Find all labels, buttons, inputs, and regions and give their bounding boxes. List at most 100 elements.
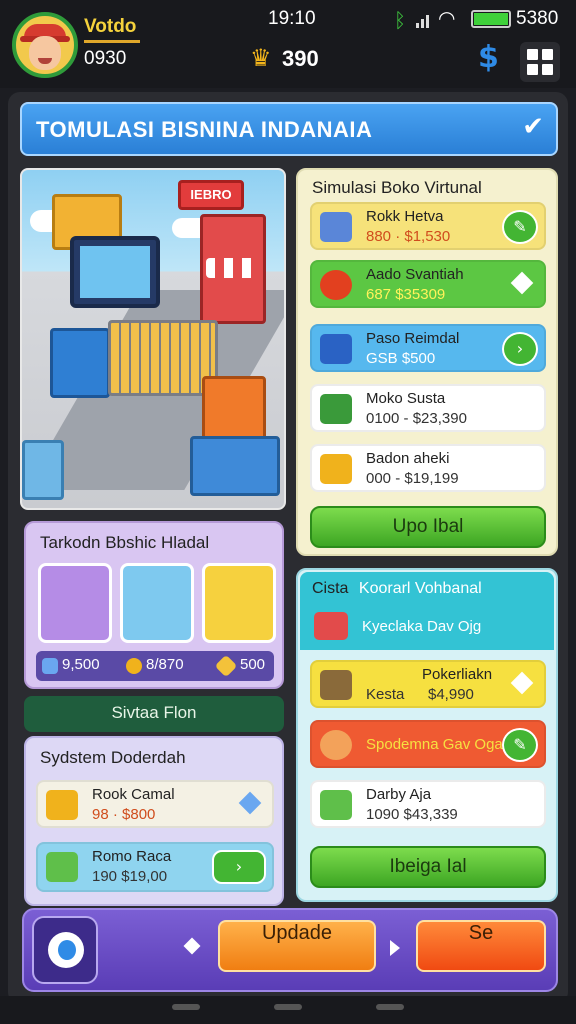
bluetooth-icon: ᛒ (394, 8, 406, 32)
next-button[interactable]: › (212, 850, 266, 884)
gift-icon (320, 394, 352, 424)
store-sign: IEBRO (178, 180, 244, 210)
item-price: $4,990 (428, 686, 474, 703)
delivery-box-icon (46, 790, 78, 820)
player-avatar[interactable] (12, 12, 78, 78)
list-item[interactable]: Paso Reimdal GSB $500 › (310, 324, 546, 372)
diamond-icon[interactable] (510, 271, 534, 295)
status-time: 19:10 (268, 8, 316, 29)
crown-icon: ♛ (250, 44, 272, 72)
top-bar: Votdo 0930 19:10 ♛ 390 ᛒ ◠ 5380 $ (0, 0, 576, 88)
player-name: Votdo (84, 16, 137, 37)
item-price: 190 $19,00 (92, 868, 168, 885)
list-item[interactable]: Moko Susta 0100 - $23,390 (310, 384, 546, 432)
item-name: Paso Reimdal (366, 330, 460, 347)
computer-monitor (70, 236, 160, 308)
player-name-underline (84, 40, 140, 43)
list-item[interactable]: Romo Raca 190 $19,00 › (36, 842, 274, 892)
nav-back-icon[interactable] (172, 1004, 200, 1010)
catalog-title-sub: Koorarl Vohbanal (358, 580, 482, 597)
item-price: 98 · $800 (92, 806, 156, 823)
store-illustration: IEBRO (20, 168, 286, 510)
computer-icon[interactable] (120, 563, 194, 643)
stat-value: 500 (240, 656, 266, 673)
catalog-button[interactable]: Ibeiga Ial (310, 846, 546, 888)
item-price: 000 - $19,199 (366, 470, 459, 487)
list-item[interactable]: Pokerliakn Kesta $4,990 (310, 660, 546, 708)
item-name: Spodemna Gav Oga (366, 736, 503, 753)
system-card: Sydstem Doderdah Rook Camal 98 · $800 Ro… (24, 736, 284, 906)
item-name: Aado Svantiah (366, 266, 464, 283)
diamond-icon[interactable] (510, 671, 534, 695)
kiosk-block (190, 436, 280, 496)
coin-icon (42, 658, 58, 674)
nav-recents-icon[interactable] (376, 1004, 404, 1010)
shop-stall-icon[interactable] (38, 563, 112, 643)
nav-home-icon[interactable] (274, 1004, 302, 1010)
rifle-icon (320, 670, 352, 700)
currency-icon[interactable]: $ (478, 40, 499, 75)
item-price: 687 $35309 (366, 286, 446, 303)
book-icon (320, 212, 352, 242)
star-icon (214, 654, 238, 678)
diamond-icon[interactable] (238, 791, 262, 815)
trending-stats: 9,500 8/870 500 (36, 651, 274, 681)
house-block (22, 440, 64, 500)
item-name: Pokerliakn (422, 666, 493, 683)
app-logo-icon[interactable] (32, 916, 98, 984)
item-name: Rokk Hetva (366, 208, 444, 225)
apple-icon (320, 270, 352, 300)
battery-icon (471, 10, 511, 28)
item-name: Romo Raca (92, 848, 172, 865)
item-price: GSB $500 (366, 350, 436, 367)
item-name: Moko Susta (366, 390, 446, 407)
system-label[interactable]: Sivtaa Flon (24, 696, 284, 732)
bag-icon (320, 334, 352, 364)
item-price: 1090 $43,339 (366, 806, 458, 823)
cash-register-icon (314, 612, 348, 640)
system-nav-bar (0, 996, 576, 1024)
item-name: Darby Aja (366, 786, 432, 803)
crate-icon (46, 852, 78, 882)
shop-awning (206, 258, 260, 278)
gear-icon (126, 658, 142, 674)
player-coins: 0930 (84, 48, 127, 69)
update-button[interactable]: Updade (218, 920, 376, 972)
list-item[interactable]: Rokk Hetva 880 · $1,530 ✎ (310, 202, 546, 250)
list-item[interactable]: Spodemna Gav Oga ✎ (310, 720, 546, 768)
system-title: Sydstem Doderdah (40, 748, 186, 767)
item-price: 0100 - $23,390 (366, 410, 467, 427)
battery-value: 5380 (516, 8, 559, 29)
cart-icon[interactable] (202, 563, 276, 643)
edit-button[interactable]: ✎ (502, 728, 538, 762)
item-name: Rook Camal (92, 786, 175, 803)
item-sub: Kesta (366, 686, 405, 703)
stat-value: 8/870 (146, 656, 184, 673)
list-item[interactable]: Aado Svantiah 687 $35309 (310, 260, 546, 308)
trending-card: Tarkodn Bbshic Hladal 9,500 8/870 500 (24, 521, 284, 689)
item-name: Badon aheki (366, 450, 450, 467)
title-banner[interactable]: TOMULASI BISNINA INDANAIA ✔ (20, 102, 558, 156)
edit-button[interactable]: ✎ (502, 210, 538, 244)
list-item[interactable]: Badon aheki 000 - $19,199 (310, 444, 546, 492)
upgrade-button[interactable]: Upo Ibal (310, 506, 546, 548)
catalog-card: Cista Koorarl Vohbanal Kyeclaka Dav Ojg … (296, 568, 558, 902)
wifi-icon: ◠ (438, 6, 456, 30)
arrow-right-icon (390, 940, 400, 956)
lamp-icon (320, 730, 352, 760)
checkmark-icon[interactable]: ✔ (522, 112, 544, 142)
catalog-title-main: Cista (312, 580, 349, 597)
books-icon (320, 790, 352, 820)
stat-value: 9,500 (62, 656, 100, 673)
banner-title: TOMULASI BISNINA INDANAIA (36, 117, 373, 142)
list-item[interactable]: Darby Aja 1090 $43,339 (310, 780, 546, 828)
list-item[interactable]: Rook Camal 98 · $800 (36, 780, 274, 828)
se-button[interactable]: Se (416, 920, 546, 972)
box-icon (320, 454, 352, 484)
catalog-title: Cista Koorarl Vohbanal (312, 580, 482, 598)
crown-value: 390 (282, 46, 319, 71)
grid-menu-icon[interactable] (520, 42, 560, 82)
avatar-face (29, 36, 61, 70)
next-button[interactable]: › (502, 332, 538, 366)
shop-list-title: Simulasi Boko Virtunal (312, 178, 482, 197)
